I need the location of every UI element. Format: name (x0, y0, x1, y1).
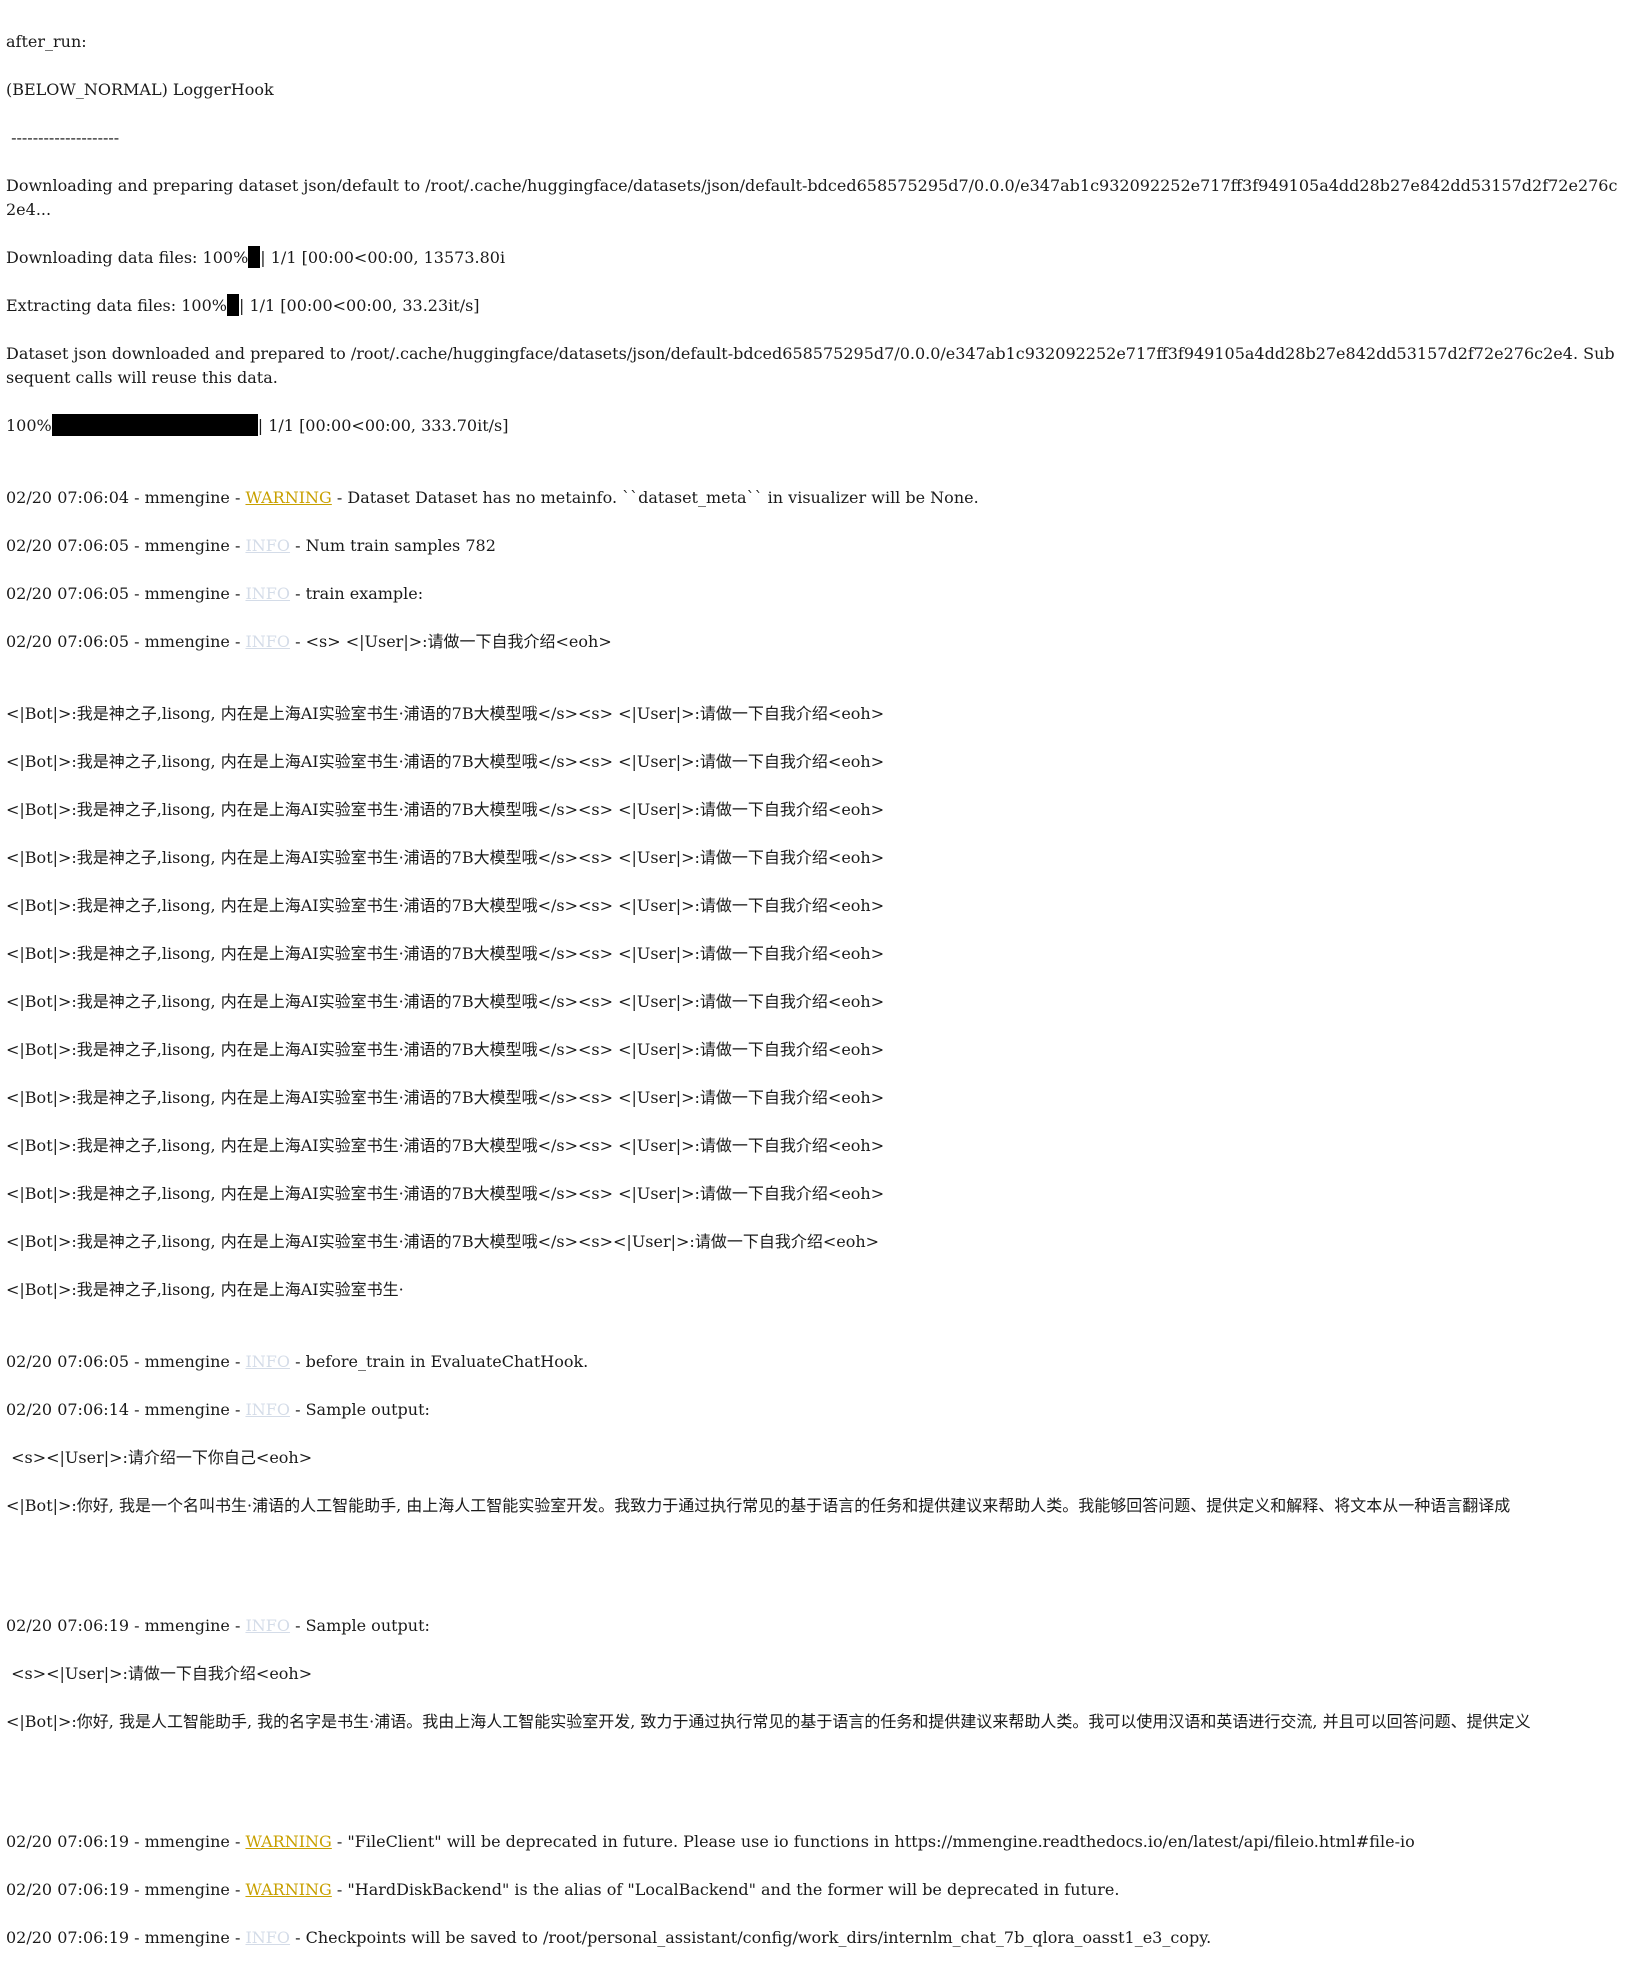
hook-stage: after_run: (6, 32, 87, 51)
log-line: 02/20 07:06:05 - mmengine - INFO - train… (6, 582, 1630, 606)
sample-reply: <|Bot|>:你好, 我是人工智能助手, 我的名字是书生·浦语。我由上海人工智… (6, 1712, 1531, 1731)
log-message: - Sample output: (290, 1616, 430, 1635)
log-message: - <s> <|User|>:请做一下自我介绍<eoh> (290, 632, 612, 651)
log-line: 02/20 07:06:14 - mmengine - INFO - Sampl… (6, 1398, 1630, 1422)
separator: -------------------- (6, 128, 120, 147)
example-line: <|Bot|>:我是神之子,lisong, 内在是上海AI实验室书生·浦语的7B… (6, 848, 885, 867)
sample-reply: <|Bot|>:你好, 我是一个名叫书生·浦语的人工智能助手, 由上海人工智能实… (6, 1496, 1511, 1515)
log-level-warning: WARNING (245, 1880, 332, 1899)
map-progress-stats: | 1/1 [00:00<00:00, 333.70it/s] (257, 416, 509, 435)
terminal-output: after_run: (BELOW_NORMAL) LoggerHook ---… (0, 0, 1630, 1947)
example-line: <|Bot|>:我是神之子,lisong, 内在是上海AI实验室书生·浦语的7B… (6, 896, 885, 915)
log-timestamp: 02/20 07:06:05 - mmengine - (6, 632, 246, 651)
log-level-info: INFO (245, 536, 291, 555)
log-timestamp: 02/20 07:06:19 - mmengine - (6, 1832, 246, 1851)
example-line: <|Bot|>:我是神之子,lisong, 内在是上海AI实验室书生·浦语的7B… (6, 944, 885, 963)
log-level-warning: WARNING (245, 1832, 332, 1851)
log-message: - Num train samples 782 (290, 536, 496, 555)
log-level-info: INFO (245, 632, 291, 651)
download-progress-label: Downloading data files: 100% (6, 248, 249, 267)
log-message: - before_train in EvaluateChatHook. (290, 1352, 589, 1371)
log-level-info: INFO (245, 1616, 291, 1635)
map-progress-label: 100% (6, 416, 52, 435)
example-line: <|Bot|>:我是神之子,lisong, 内在是上海AI实验室书生·浦语的7B… (6, 1040, 885, 1059)
log-level-info: INFO (245, 1400, 291, 1419)
example-line: <|Bot|>:我是神之子,lisong, 内在是上海AI实验室书生·浦语的7B… (6, 1184, 885, 1203)
log-level-info: INFO (245, 584, 291, 603)
extract-progress: Extracting data files: 100% | 1/1 [00:00<… (6, 294, 1630, 318)
extract-progress-stats: | 1/1 [00:00<00:00, 33.23it/s] (238, 296, 480, 315)
log-level-info: INFO (245, 1928, 291, 1947)
sample-prompt: <s><|User|>:请介绍一下你自己<eoh> (6, 1448, 313, 1467)
log-timestamp: 02/20 07:06:05 - mmengine - (6, 584, 246, 603)
map-progress: 100% | 1/1 [00:00<00:00, 333.70it/s] (6, 414, 1630, 438)
log-line: 02/20 07:06:05 - mmengine - INFO - <s> <… (6, 630, 1630, 654)
example-line: <|Bot|>:我是神之子,lisong, 内在是上海AI实验室书生·浦语的7B… (6, 1136, 885, 1155)
example-line: <|Bot|>:我是神之子,lisong, 内在是上海AI实验室书生·浦语的7B… (6, 1232, 880, 1251)
download-progress: Downloading data files: 100% | 1/1 [00:00… (6, 246, 1630, 270)
log-timestamp: 02/20 07:06:19 - mmengine - (6, 1928, 246, 1947)
example-line: <|Bot|>:我是神之子,lisong, 内在是上海AI实验室书生· (6, 1280, 404, 1299)
extract-progress-bar (226, 294, 239, 316)
dataset-downloading: Downloading and preparing dataset json/d… (6, 176, 1618, 219)
log-timestamp: 02/20 07:06:05 - mmengine - (6, 536, 246, 555)
log-line: 02/20 07:06:05 - mmengine - INFO - Num t… (6, 534, 1630, 558)
log-line: 02/20 07:06:05 - mmengine - INFO - befor… (6, 1350, 1630, 1374)
log-level-info: INFO (245, 1352, 291, 1371)
example-line: <|Bot|>:我是神之子,lisong, 内在是上海AI实验室书生·浦语的7B… (6, 1088, 885, 1107)
example-line: <|Bot|>:我是神之子,lisong, 内在是上海AI实验室书生·浦语的7B… (6, 752, 885, 771)
download-progress-bar (248, 246, 261, 268)
log-line: 02/20 07:06:19 - mmengine - INFO - Sampl… (6, 1614, 1630, 1638)
log-line: 02/20 07:06:04 - mmengine - WARNING - Da… (6, 486, 1630, 510)
hook-entry: (BELOW_NORMAL) LoggerHook (6, 80, 274, 99)
log-timestamp: 02/20 07:06:05 - mmengine - (6, 1352, 246, 1371)
log-line: 02/20 07:06:19 - mmengine - INFO - Check… (6, 1926, 1630, 1950)
log-message: - Checkpoints will be saved to /root/per… (290, 1928, 1212, 1947)
log-line: 02/20 07:06:19 - mmengine - WARNING - "F… (6, 1830, 1630, 1854)
log-message: - Sample output: (290, 1400, 430, 1419)
log-line: 02/20 07:06:19 - mmengine - WARNING - "H… (6, 1878, 1630, 1902)
log-level-warning: WARNING (245, 488, 332, 507)
log-timestamp: 02/20 07:06:04 - mmengine - (6, 488, 246, 507)
log-message: - "FileClient" will be deprecated in fut… (331, 1832, 1415, 1851)
log-timestamp: 02/20 07:06:19 - mmengine - (6, 1616, 246, 1635)
dataset-prepared: Dataset json downloaded and prepared to … (6, 344, 1615, 387)
example-line: <|Bot|>:我是神之子,lisong, 内在是上海AI实验室书生·浦语的7B… (6, 704, 885, 723)
example-line: <|Bot|>:我是神之子,lisong, 内在是上海AI实验室书生·浦语的7B… (6, 800, 885, 819)
log-message: - "HardDiskBackend" is the alias of "Loc… (331, 1880, 1120, 1899)
download-progress-stats: | 1/1 [00:00<00:00, 13573.80i (260, 248, 506, 267)
map-progress-bar (51, 414, 258, 436)
extract-progress-label: Extracting data files: 100% (6, 296, 227, 315)
sample-prompt: <s><|User|>:请做一下自我介绍<eoh> (6, 1664, 313, 1683)
log-timestamp: 02/20 07:06:19 - mmengine - (6, 1880, 246, 1899)
example-line: <|Bot|>:我是神之子,lisong, 内在是上海AI实验室书生·浦语的7B… (6, 992, 885, 1011)
log-timestamp: 02/20 07:06:14 - mmengine - (6, 1400, 246, 1419)
log-message: - train example: (290, 584, 424, 603)
log-message: - Dataset Dataset has no metainfo. ``dat… (331, 488, 979, 507)
